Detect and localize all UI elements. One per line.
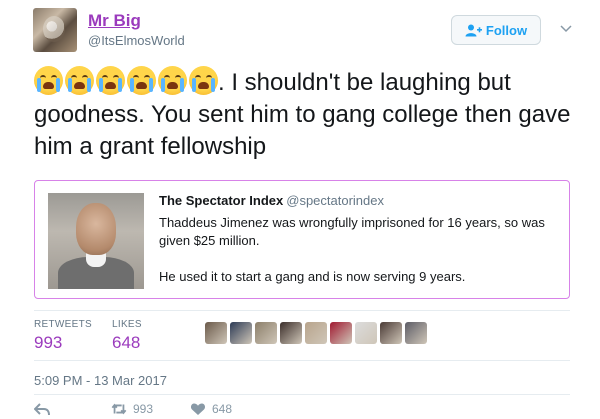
heart-icon xyxy=(190,403,206,415)
liker-avatars xyxy=(205,322,427,344)
tweet-timestamp[interactable]: 5:09 PM - 13 Mar 2017 xyxy=(34,373,167,388)
liker-avatar[interactable] xyxy=(255,322,277,344)
liker-avatar[interactable] xyxy=(330,322,352,344)
liker-avatar[interactable] xyxy=(405,322,427,344)
chevron-down-icon[interactable] xyxy=(560,22,572,34)
author-avatar[interactable] xyxy=(33,8,77,52)
divider xyxy=(34,310,570,311)
quoted-tweet[interactable]: The Spectator Index @spectatorindex Thadd… xyxy=(34,180,570,299)
divider xyxy=(34,394,570,395)
like-action-count: 648 xyxy=(212,402,233,416)
liker-avatar[interactable] xyxy=(380,322,402,344)
retweets-label: RETWEETS xyxy=(34,319,92,330)
follow-button[interactable]: Follow xyxy=(451,15,541,45)
loudly-crying-face-emoji xyxy=(158,66,187,95)
liker-avatar[interactable] xyxy=(280,322,302,344)
emoji-row xyxy=(34,66,218,95)
follow-person-icon xyxy=(465,24,482,36)
retweets-stat[interactable]: RETWEETS 993 xyxy=(34,319,92,353)
retweet-action-count: 993 xyxy=(133,402,154,416)
mugshot-photo xyxy=(48,193,144,289)
loudly-crying-face-emoji xyxy=(65,66,94,95)
likes-count: 648 xyxy=(112,333,141,352)
likes-stat[interactable]: LIKES 648 xyxy=(112,319,142,353)
likes-label: LIKES xyxy=(112,319,142,330)
retweets-count: 993 xyxy=(34,333,63,352)
loudly-crying-face-emoji xyxy=(189,66,218,95)
liker-avatar[interactable] xyxy=(305,322,327,344)
divider xyxy=(34,360,570,361)
author-handle[interactable]: @ItsElmosWorld xyxy=(88,33,185,48)
tweet-text: . I shouldn't be laughing but goodness. … xyxy=(34,66,579,163)
loudly-crying-face-emoji xyxy=(34,66,63,95)
quoted-author: The Spectator Index @spectatorindex xyxy=(159,193,384,208)
reply-button[interactable] xyxy=(34,402,50,416)
like-button[interactable]: 648 xyxy=(190,402,232,416)
liker-avatar[interactable] xyxy=(230,322,252,344)
loudly-crying-face-emoji xyxy=(127,66,156,95)
quoted-tweet-body: Thaddeus Jimenez was wrongfully imprison… xyxy=(159,214,564,286)
quoted-author-name: The Spectator Index xyxy=(159,193,284,208)
author-name[interactable]: Mr Big xyxy=(88,11,141,31)
quoted-paragraph: Thaddeus Jimenez was wrongfully imprison… xyxy=(159,215,545,248)
retweet-button[interactable]: 993 xyxy=(111,402,153,416)
retweet-icon xyxy=(111,403,127,415)
liker-avatar[interactable] xyxy=(205,322,227,344)
quoted-paragraph: He used it to start a gang and is now se… xyxy=(159,269,466,284)
loudly-crying-face-emoji xyxy=(96,66,125,95)
liker-avatar[interactable] xyxy=(355,322,377,344)
quoted-author-handle: @spectatorindex xyxy=(286,193,384,208)
action-bar: 993 648 xyxy=(0,402,600,419)
follow-button-label: Follow xyxy=(485,22,528,38)
reply-icon xyxy=(34,403,50,416)
